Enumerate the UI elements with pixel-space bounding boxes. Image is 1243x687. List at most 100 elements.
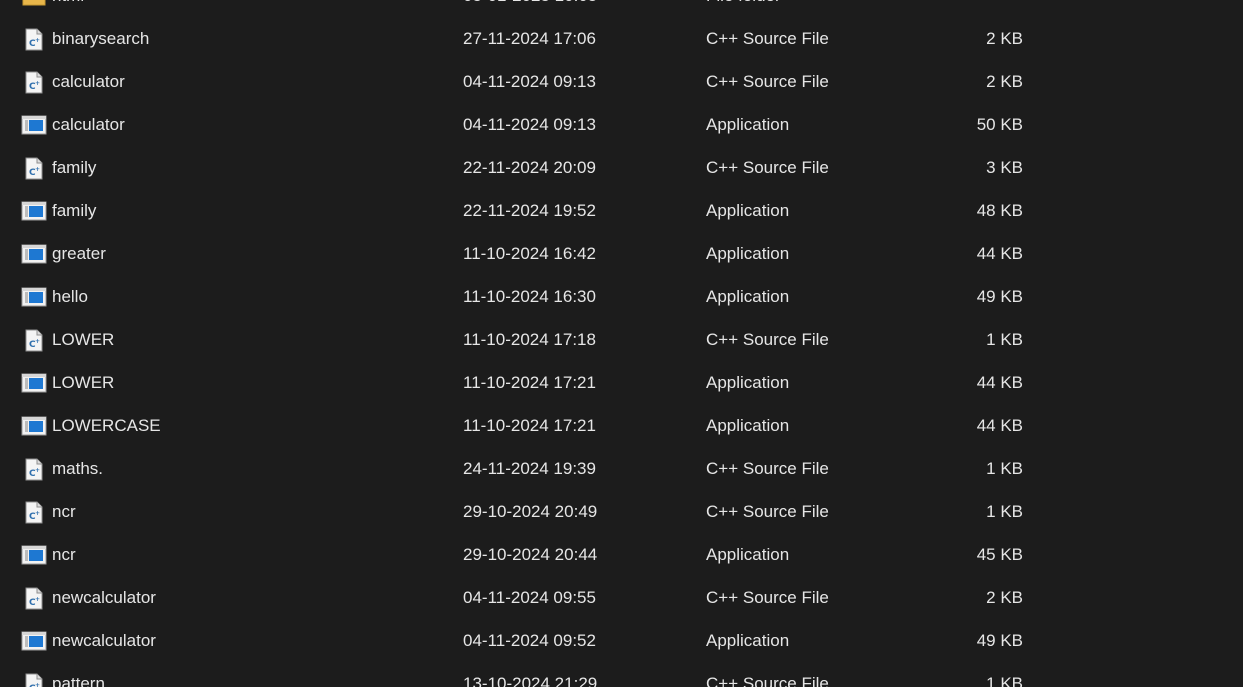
application-icon (20, 543, 48, 567)
file-size: 50 KB (976, 115, 1023, 134)
file-type: C++ Source File (706, 502, 829, 521)
file-type: Application (706, 416, 790, 435)
file-type: C++ Source File (706, 588, 829, 607)
file-row-2[interactable]: C + calculator 04-11-2024 09:13 C++ Sourc… (0, 60, 1243, 103)
file-date-modified: 11-10-2024 17:18 (463, 330, 596, 349)
file-type: C++ Source File (706, 72, 829, 91)
file-size: 45 KB (976, 545, 1023, 564)
svg-text:+: + (35, 37, 40, 44)
file-size: 1 KB (986, 674, 1023, 687)
file-row-14[interactable]: C + newcalculator 04-11-2024 09:55 C++ So… (0, 576, 1243, 619)
file-size: 44 KB (976, 373, 1023, 392)
file-list: html 05-01-2025 10:05 File folder C+ bin… (0, 0, 1243, 687)
file-name: binarysearch (52, 29, 150, 48)
file-name: newcalculator (52, 631, 156, 650)
file-name: calculator (52, 72, 125, 91)
file-row-7[interactable]: hello 11-10-2024 16:30 Application 49 KB (0, 275, 1243, 318)
application-icon (20, 113, 48, 137)
svg-text:+: + (35, 682, 40, 687)
file-date-modified: 11-10-2024 16:42 (463, 244, 596, 263)
file-type: Application (706, 287, 790, 306)
file-row-13[interactable]: ncr 29-10-2024 20:44 Application 45 KB (0, 533, 1243, 576)
file-row-9[interactable]: LOWER 11-10-2024 17:21 Application 44 KB (0, 361, 1243, 404)
application-icon (20, 371, 48, 395)
file-name: LOWERCASE (52, 416, 161, 435)
file-date-modified: 05-01-2025 10:05 (463, 0, 597, 17)
application-icon (20, 199, 48, 223)
file-row-11[interactable]: C + maths. 24-11-2024 19:39 C++ Source Fi… (0, 447, 1243, 490)
file-size: 49 KB (976, 287, 1023, 306)
file-date-modified: 27-11-2024 17:06 (463, 29, 596, 48)
file-row-0[interactable]: html 05-01-2025 10:05 File folder (0, 0, 1243, 17)
file-name: family (52, 158, 97, 177)
file-row-6[interactable]: greater 11-10-2024 16:42 Application 44 … (0, 232, 1243, 275)
file-row-12[interactable]: C + ncr 29-10-2024 20:49 C++ Source File … (0, 490, 1243, 533)
file-name: LOWER (52, 373, 115, 392)
file-type: C++ Source File (706, 29, 829, 48)
cpp-file-icon: C+ (20, 672, 48, 687)
file-size: 1 KB (986, 502, 1023, 521)
file-type: C++ Source File (706, 330, 829, 349)
cpp-file-icon: C+ (20, 500, 48, 524)
file-size: 44 KB (976, 244, 1023, 263)
file-row-1[interactable]: C + binarysearch 27-11-2024 17:06 C++ Sou… (0, 17, 1243, 60)
svg-text:+: + (35, 467, 40, 474)
file-name: newcalculator (52, 588, 156, 607)
file-size: 2 KB (986, 588, 1023, 607)
file-name: ncr (52, 545, 76, 564)
svg-text:+: + (35, 510, 40, 517)
file-type: C++ Source File (706, 674, 829, 687)
file-rows: html 05-01-2025 10:05 File folder C+ bin… (0, 0, 1243, 687)
application-icon (20, 285, 48, 309)
file-type: Application (706, 115, 790, 134)
application-icon (20, 414, 48, 438)
file-date-modified: 22-11-2024 19:52 (463, 201, 596, 220)
file-size: 44 KB (976, 416, 1023, 435)
file-size: 3 KB (986, 158, 1023, 177)
file-date-modified: 04-11-2024 09:52 (463, 631, 596, 650)
cpp-file-icon: C+ (20, 586, 48, 610)
file-name: calculator (52, 115, 125, 134)
file-date-modified: 11-10-2024 16:30 (463, 287, 596, 306)
file-name: pattern (52, 674, 105, 687)
file-size: 1 KB (986, 330, 1023, 349)
file-size: 48 KB (976, 201, 1023, 220)
file-date-modified: 04-11-2024 09:55 (463, 588, 596, 607)
application-icon (20, 242, 48, 266)
file-row-10[interactable]: LOWERCASE 11-10-2024 17:21 Application 4… (0, 404, 1243, 447)
file-size: 1 KB (986, 459, 1023, 478)
file-row-16[interactable]: C+ pattern 13-10-2024 21:29 C++ Source F… (0, 662, 1243, 687)
file-date-modified: 29-10-2024 20:44 (463, 545, 598, 564)
file-date-modified: 04-11-2024 09:13 (463, 115, 596, 134)
file-row-3[interactable]: calculator 04-11-2024 09:13 Application … (0, 103, 1243, 146)
file-type: C++ Source File (706, 459, 829, 478)
file-date-modified: 22-11-2024 20:09 (463, 158, 596, 177)
file-date-modified: 11-10-2024 17:21 (463, 373, 596, 392)
file-date-modified: 13-10-2024 21:29 (463, 674, 598, 687)
folder-icon (20, 0, 48, 8)
svg-text:+: + (35, 596, 40, 603)
file-type: File folder (706, 0, 781, 17)
file-row-8[interactable]: C + LOWER 11-10-2024 17:18 C++ Source Fil… (0, 318, 1243, 361)
file-name: greater (52, 244, 106, 263)
file-type: Application (706, 244, 790, 263)
cpp-file-icon: C+ (20, 156, 48, 180)
application-icon (20, 629, 48, 653)
svg-text:+: + (35, 166, 40, 173)
file-date-modified: 11-10-2024 17:21 (463, 416, 596, 435)
file-date-modified: 29-10-2024 20:49 (463, 502, 598, 521)
svg-text:+: + (35, 80, 40, 87)
file-name: ncr (52, 502, 76, 521)
file-size: 49 KB (976, 631, 1023, 650)
file-name: LOWER (52, 330, 115, 349)
file-date-modified: 04-11-2024 09:13 (463, 72, 596, 91)
file-row-4[interactable]: C + family 22-11-2024 20:09 C++ Source Fi… (0, 146, 1243, 189)
file-row-15[interactable]: newcalculator 04-11-2024 09:52 Applicati… (0, 619, 1243, 662)
file-row-5[interactable]: family 22-11-2024 19:52 Application 48 K… (0, 189, 1243, 232)
cpp-file-icon: C+ (20, 457, 48, 481)
svg-text:+: + (35, 338, 40, 345)
cpp-file-icon: C+ (20, 328, 48, 352)
file-date-modified: 24-11-2024 19:39 (463, 459, 596, 478)
file-type: Application (706, 373, 790, 392)
file-name: family (52, 201, 97, 220)
